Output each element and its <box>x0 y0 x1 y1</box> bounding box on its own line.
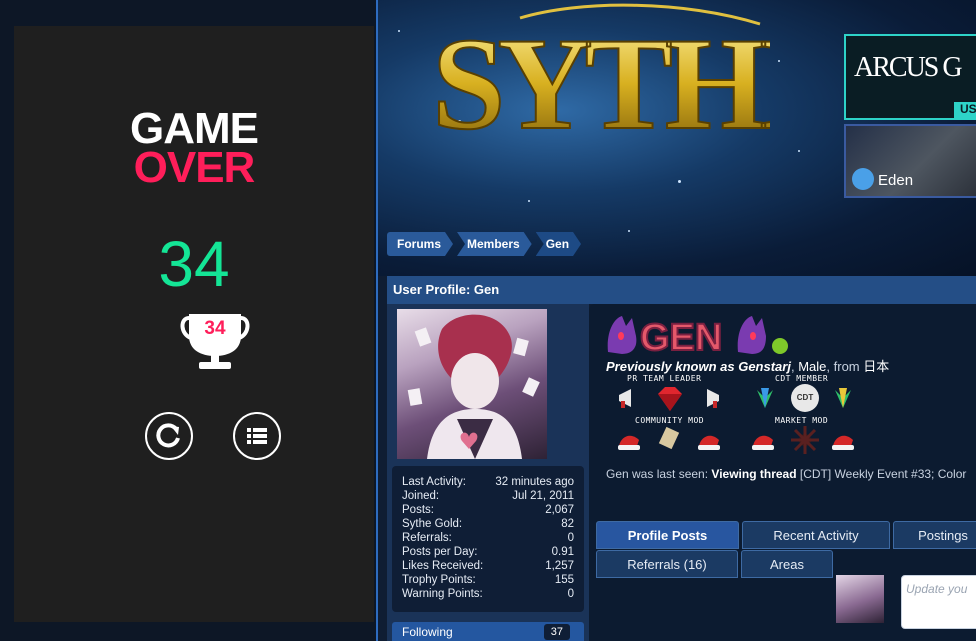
sythe-logo[interactable]: SYTHE <box>430 0 770 140</box>
badge-caption-cdt-member: CDT MEMBER <box>775 374 829 383</box>
last-seen-prefix: Gen was last seen: <box>606 467 709 481</box>
badge-caption-community-mod: COMMUNITY MOD <box>635 416 705 425</box>
svg-text:GEN: GEN <box>640 317 722 356</box>
peacock-icon <box>757 388 773 408</box>
santa-hat-icon <box>618 435 640 450</box>
santa-hat-icon <box>832 435 854 450</box>
breadcrumb: Forums Members Gen <box>387 232 585 256</box>
game-frame: GAME OVER 34 34 <box>0 0 376 641</box>
restart-icon <box>156 423 180 448</box>
trophy-score: 34 <box>204 318 226 339</box>
stat-row: Posts: 2,067 <box>402 504 574 516</box>
username-art: GEN <box>607 316 766 356</box>
site-banner: SYTHE ARCUS G US Eden Forums Members Gen <box>378 0 976 276</box>
profile-info-line: Previously known as Genstarj, Male, from… <box>606 359 890 374</box>
eden-icon <box>852 168 874 190</box>
breadcrumb-forums[interactable]: Forums <box>387 232 453 256</box>
ruby-icon <box>658 387 682 411</box>
final-score: 34 <box>158 228 230 300</box>
forum-page: SYTHE ARCUS G US Eden Forums Members Gen… <box>378 0 976 641</box>
from-label: from <box>833 359 860 374</box>
santa-hat-icon <box>752 435 774 450</box>
poster-avatar[interactable] <box>836 575 884 623</box>
stat-row: Trophy Points: 155 <box>402 574 574 586</box>
santa-hat-icon <box>698 435 720 450</box>
tab-referrals[interactable]: Referrals (16) <box>596 550 738 578</box>
list-menu-icon <box>247 428 267 444</box>
following-count: 37 <box>543 624 570 640</box>
eden-ad-banner[interactable]: Eden <box>844 124 976 198</box>
last-seen-line: Gen was last seen: Viewing thread [CDT] … <box>606 467 966 481</box>
tab-profile-posts[interactable]: Profile Posts <box>596 521 739 549</box>
gender-text: Male <box>798 359 827 374</box>
trophy-icon: 34 <box>179 310 251 372</box>
arcus-ad-title: ARCUS G <box>854 52 963 83</box>
stat-row: Sythe Gold: 82 <box>402 518 574 530</box>
breadcrumb-gen[interactable]: Gen <box>536 232 581 256</box>
badge-caption-market-mod: MARKET MOD <box>775 416 829 425</box>
profile-header: User Profile: Gen <box>387 276 976 304</box>
profile-sidebar: Last Activity: 32 minutes ago Joined: Jul … <box>387 304 589 641</box>
profile-main: GEN Previously known as Genstarj, Male, … <box>589 304 976 641</box>
badge-caption-pr-team-leader: PR TEAM LEADER <box>627 374 702 383</box>
stat-row: Posts per Day: 0.91 <box>402 546 574 558</box>
stat-row: Joined: Jul 21, 2011 <box>402 490 574 502</box>
peacock-icon <box>835 388 851 408</box>
arcus-ad-tab: US <box>954 102 976 118</box>
stat-row: Warning Points: 0 <box>402 588 574 600</box>
cdt-badge-icon: CDT <box>791 384 819 412</box>
tab-areas[interactable]: Areas <box>741 550 833 578</box>
burst-icon <box>791 426 819 454</box>
stat-row: Last Activity: 32 minutes ago <box>402 476 574 488</box>
restart-button[interactable] <box>145 412 193 460</box>
following-label: Following <box>402 625 453 639</box>
megaphone-icon <box>707 389 719 408</box>
last-seen-thread-link[interactable]: [CDT] Weekly Event #33; Color <box>800 467 967 481</box>
last-seen-action: Viewing thread <box>711 467 797 481</box>
status-update-input[interactable]: Update you <box>901 575 976 629</box>
stat-row: Likes Received: 1,257 <box>402 560 574 572</box>
tab-recent-activity[interactable]: Recent Activity <box>742 521 890 549</box>
game-over-panel: GAME OVER 34 34 <box>14 26 374 622</box>
eden-ad-label: Eden <box>878 172 914 189</box>
breadcrumb-members[interactable]: Members <box>457 232 532 256</box>
online-status-icon <box>772 338 788 354</box>
following-header[interactable]: Following 37 <box>392 622 584 641</box>
profile-stats: Last Activity: 32 minutes ago Joined: Jul … <box>392 466 584 612</box>
menu-button[interactable] <box>233 412 281 460</box>
game-over-subtitle: OVER <box>133 143 256 192</box>
svg-text:SYTHE: SYTHE <box>432 10 770 140</box>
known-as-text: Previously known as Genstarj <box>606 359 791 374</box>
megaphone-icon <box>619 389 631 408</box>
scroll-icon <box>658 426 680 450</box>
stat-row: Referrals: 0 <box>402 532 574 544</box>
location-text: 日本 <box>863 359 890 374</box>
tab-postings[interactable]: Postings <box>893 521 976 549</box>
arcus-ad-banner[interactable]: ARCUS G US <box>844 34 976 120</box>
profile-avatar[interactable] <box>397 309 547 459</box>
